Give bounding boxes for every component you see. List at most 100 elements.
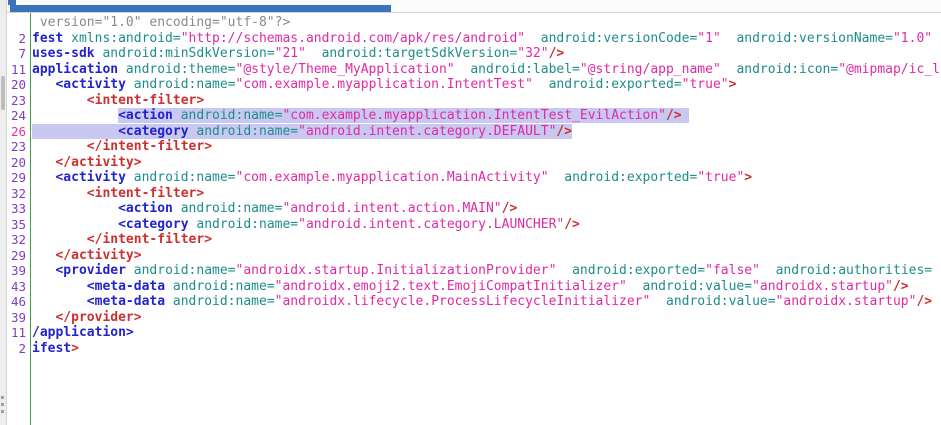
- token: [165, 294, 173, 309]
- token: [118, 62, 126, 77]
- token: android:exported=: [572, 263, 705, 278]
- token: android:authorities=: [776, 263, 933, 278]
- token: android:exported=: [549, 77, 682, 92]
- token: [650, 294, 666, 309]
- line-number: 23: [7, 93, 30, 109]
- code-line: 7uses-sdk android:minSdkVersion="21" and…: [7, 46, 941, 62]
- line-number: 20: [7, 155, 30, 171]
- token: "true": [682, 77, 729, 92]
- code-editor[interactable]: version="1.0" encoding="utf-8"?>2fest xm…: [7, 13, 941, 425]
- code-line: 43 <meta-data android:name="androidx.emo…: [7, 279, 941, 295]
- token: <meta-data: [87, 294, 165, 309]
- code-text: <category android:name="android.intent.c…: [30, 217, 580, 233]
- splitter-grip-icon[interactable]: [1, 396, 4, 413]
- token: android:versionName=: [736, 31, 893, 46]
- token: "http://schemas.android.com/apk/res/andr…: [181, 31, 525, 46]
- token: >: [744, 170, 752, 185]
- code-text: </activity>: [30, 248, 142, 264]
- token: "1": [697, 31, 720, 46]
- line-number: 43: [7, 279, 30, 295]
- token: </activity>: [55, 155, 141, 170]
- line-number: 32: [7, 232, 30, 248]
- code-text: <intent-filter>: [30, 186, 204, 202]
- token: [32, 93, 87, 108]
- token: "@mipmap/ic_l: [838, 62, 940, 77]
- token: android:name=: [181, 201, 283, 216]
- token: android:name=: [173, 279, 275, 294]
- token: <category: [118, 217, 188, 232]
- line-number: 29: [7, 170, 30, 186]
- token: [173, 201, 181, 216]
- line-number: 2: [7, 341, 30, 357]
- token: "com.example.myapplication.IntentTest": [236, 77, 533, 92]
- token: [721, 31, 737, 46]
- line-number: 23: [7, 139, 30, 155]
- code-line: 2fest xmlns:android="http://schemas.andr…: [7, 31, 941, 47]
- token: version="1.0" encoding="utf-8"?>: [32, 15, 290, 30]
- token: />: [502, 201, 518, 216]
- selected-token: [32, 124, 118, 139]
- token: [32, 77, 55, 92]
- code-line: 35 <category android:name="android.inten…: [7, 217, 941, 233]
- line-number: 2: [7, 31, 30, 47]
- vertical-scrollbar[interactable]: [0, 0, 7, 425]
- code-text: <activity android:name="com.example.myap…: [30, 77, 736, 93]
- token: android:value=: [666, 294, 776, 309]
- code-line: version="1.0" encoding="utf-8"?>: [7, 15, 941, 31]
- line-number: 7: [7, 46, 30, 62]
- token: [760, 263, 776, 278]
- vertical-scrollbar-thumb[interactable]: [1, 76, 5, 110]
- token: "androidx.startup": [752, 279, 893, 294]
- token: [32, 139, 87, 154]
- token: <action: [118, 201, 173, 216]
- token: "androidx.emoji2.text.EmojiCompatInitial…: [275, 279, 627, 294]
- token: />: [549, 46, 565, 61]
- token: android:value=: [643, 279, 753, 294]
- token: "32": [517, 46, 548, 61]
- token: android:minSdkVersion=: [102, 46, 274, 61]
- selected-token: [173, 108, 181, 123]
- token: "androidx.startup": [776, 294, 917, 309]
- horizontal-scrollbar-thumb[interactable]: [10, 5, 391, 12]
- token: [627, 279, 643, 294]
- code-text: </intent-filter>: [30, 139, 212, 155]
- code-text: <meta-data android:name="androidx.lifecy…: [30, 294, 932, 310]
- selected-token: android:name=: [181, 108, 283, 123]
- horizontal-scrollbar[interactable]: [7, 0, 941, 13]
- token: [32, 170, 55, 185]
- token: "com.example.myapplication.MainActivity": [236, 170, 549, 185]
- token: [165, 279, 173, 294]
- line-number: 11: [7, 62, 30, 78]
- line-number: 39: [7, 263, 30, 279]
- selected-token: "android.intent.category.DEFAULT": [298, 124, 556, 139]
- token: [32, 263, 55, 278]
- selected-token: "com.example.myapplication.IntentTest_Ev…: [282, 108, 666, 123]
- token: "android.intent.category.LAUNCHER": [298, 217, 564, 232]
- token: [32, 232, 87, 247]
- code-text: </intent-filter>: [30, 232, 212, 248]
- code-text: <intent-filter>: [30, 93, 204, 109]
- token: android:icon=: [736, 62, 838, 77]
- token: "@string/app_name": [580, 62, 721, 77]
- token: [32, 186, 87, 201]
- code-line: 39 </provider>: [7, 310, 941, 326]
- line-number: 33: [7, 201, 30, 217]
- token: [32, 310, 55, 325]
- code-line: 20 <activity android:name="com.example.m…: [7, 77, 941, 93]
- line-number: 24: [7, 108, 30, 124]
- token: <intent-filter>: [87, 93, 204, 108]
- token: [32, 279, 87, 294]
- code-line: 20 </activity>: [7, 155, 941, 171]
- code-text: <provider android:name="androidx.startup…: [30, 263, 932, 279]
- token: [525, 31, 541, 46]
- code-line: 33 <action android:name="android.intent.…: [7, 201, 941, 217]
- token: />: [916, 294, 932, 309]
- code-line: 32 <intent-filter>: [7, 186, 941, 202]
- code-text: </activity>: [30, 155, 142, 171]
- token: [533, 77, 549, 92]
- token: [32, 217, 118, 232]
- token: android:exported=: [564, 170, 697, 185]
- code-line: 2ifest>: [7, 341, 941, 357]
- token: [32, 108, 118, 123]
- selected-token: />: [556, 124, 572, 139]
